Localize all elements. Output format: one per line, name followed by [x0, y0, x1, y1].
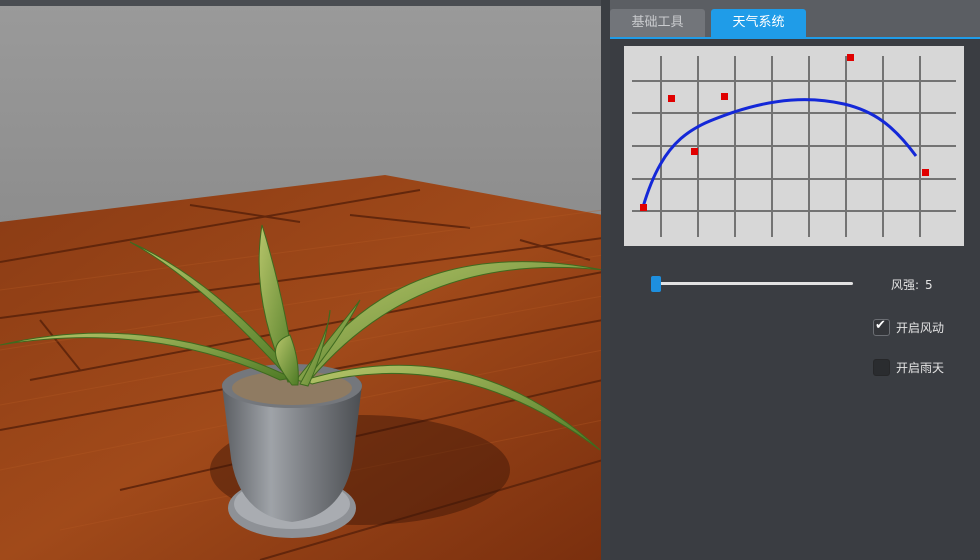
- enable-rain-checkbox[interactable]: [873, 359, 890, 376]
- panel-divider[interactable]: [601, 0, 610, 560]
- wind-strength-slider[interactable]: [651, 276, 855, 292]
- wind-strength-label: 风强:: [891, 278, 920, 292]
- wind-curve-editor[interactable]: [624, 46, 964, 246]
- slider-track: [655, 282, 853, 285]
- tab-underline: [610, 37, 980, 39]
- enable-rain-option[interactable]: 开启雨天: [873, 357, 945, 376]
- scene-render: [0, 0, 603, 560]
- curve-graph: [624, 46, 964, 246]
- control-point: [668, 95, 675, 102]
- control-point: [691, 148, 698, 155]
- wind-strength-readout: 风强: 5: [891, 276, 933, 293]
- weather-settings-panel: 基础工具 天气系统 风强: 5 ✔ 开启风动 开启雨天: [610, 0, 980, 560]
- enable-wind-checkbox[interactable]: ✔: [873, 318, 890, 336]
- tab-basic-tools[interactable]: 基础工具: [610, 9, 705, 37]
- 3d-viewport[interactable]: [0, 0, 603, 560]
- tab-weather-system[interactable]: 天气系统: [711, 9, 806, 37]
- control-point: [922, 169, 929, 176]
- enable-rain-label: 开启雨天: [896, 361, 945, 375]
- tab-bar: 基础工具 天气系统: [610, 0, 980, 38]
- enable-wind-label: 开启风动: [896, 321, 945, 335]
- enable-wind-option[interactable]: ✔ 开启风动: [873, 317, 945, 336]
- control-point: [721, 93, 728, 100]
- checkmark-icon: ✔: [875, 318, 886, 333]
- slider-handle[interactable]: [651, 276, 661, 292]
- viewport-top-bar: [0, 0, 603, 6]
- wind-strength-value: 5: [925, 278, 933, 292]
- control-point: [847, 54, 854, 61]
- control-point: [640, 204, 647, 211]
